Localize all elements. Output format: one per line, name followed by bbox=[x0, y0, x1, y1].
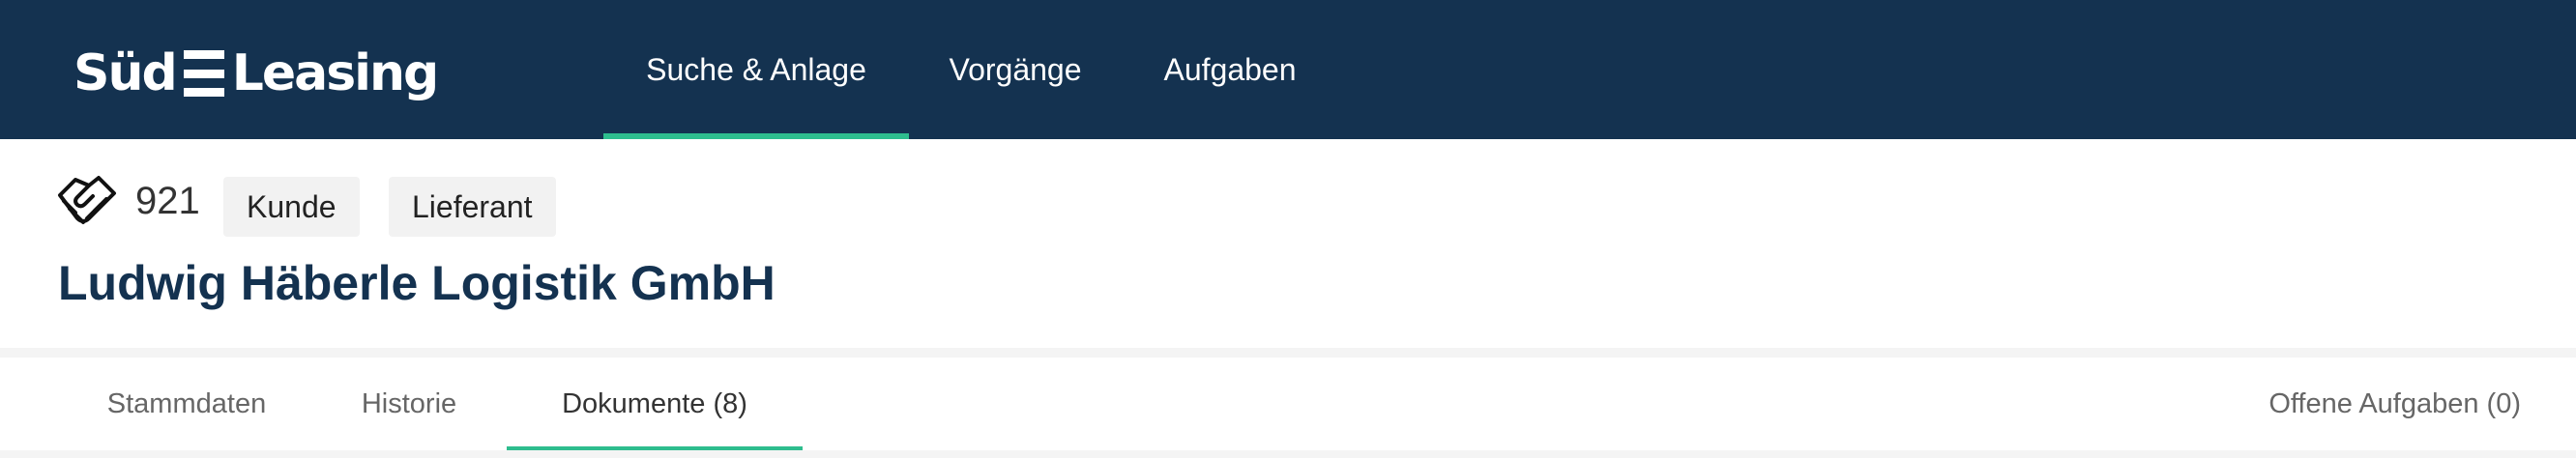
tab-stammdaten[interactable]: Stammdaten bbox=[79, 358, 294, 450]
tag-label: Kunde bbox=[247, 188, 337, 224]
tag-label: Lieferant bbox=[412, 188, 533, 224]
logo-text-sued: Süd bbox=[73, 44, 178, 102]
tab-label: Historie bbox=[361, 387, 457, 419]
handshake-icon bbox=[58, 176, 116, 224]
tag-lieferant: Lieferant bbox=[389, 177, 556, 237]
tag-kunde: Kunde bbox=[223, 177, 360, 237]
customer-header bbox=[0, 139, 2576, 348]
nav-item-suche-anlage[interactable]: Suche & Anlage bbox=[603, 0, 909, 139]
company-name: Ludwig Häberle Logistik GmbH bbox=[58, 256, 776, 310]
nav-item-vorgaenge[interactable]: Vorgänge bbox=[928, 0, 1102, 139]
nav-item-label: Vorgänge bbox=[949, 51, 1082, 87]
tab-dokumente[interactable]: Dokumente (8) bbox=[507, 358, 803, 450]
top-navigation-bar: Süd Leasing Suche & Anlage Vorgänge Aufg… bbox=[0, 0, 2576, 139]
nav-item-label: Suche & Anlage bbox=[646, 51, 866, 87]
nav-item-aufgaben[interactable]: Aufgaben bbox=[1141, 0, 1319, 139]
open-tasks-label: Offene Aufgaben (0) bbox=[2269, 387, 2521, 419]
tab-label: Dokumente (8) bbox=[562, 387, 747, 419]
tab-label: Stammdaten bbox=[106, 387, 267, 419]
logo-text-leasing: Leasing bbox=[231, 44, 440, 102]
nav-item-label: Aufgaben bbox=[1163, 51, 1297, 87]
open-tasks-link[interactable]: Offene Aufgaben (0) bbox=[2269, 358, 2521, 450]
customer-number: 921 bbox=[135, 180, 200, 222]
tab-historie[interactable]: Historie bbox=[340, 358, 478, 450]
tab-bar: Stammdaten Historie Dokumente (8) Offene… bbox=[0, 358, 2576, 450]
logo-bars-icon bbox=[183, 50, 224, 97]
sued-leasing-logo[interactable]: Süd Leasing bbox=[73, 44, 440, 102]
